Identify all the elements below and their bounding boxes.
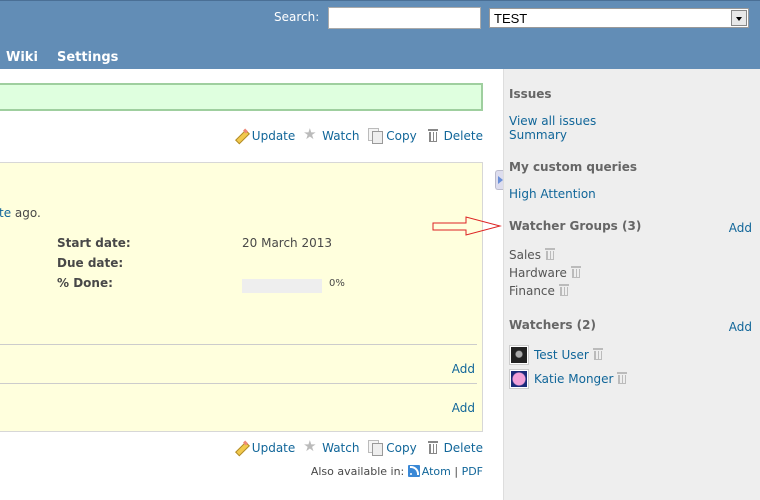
project-select-value: TEST: [494, 11, 528, 26]
add-subtask-link[interactable]: Add: [452, 362, 475, 376]
watcher-name-link[interactable]: Test User: [534, 348, 589, 362]
watcher-name-link[interactable]: Katie Monger: [534, 372, 613, 386]
update-button[interactable]: Update: [233, 128, 295, 143]
watcher-groups-heading: Watcher Groups (3): [509, 219, 642, 233]
rss-feed-icon: [407, 465, 420, 477]
section-divider: [0, 383, 477, 384]
flash-notice: [0, 83, 483, 111]
menu-item-settings[interactable]: Settings: [57, 50, 118, 65]
annotation-arrow-icon: [432, 216, 502, 236]
trash-icon[interactable]: [570, 266, 581, 278]
issue-details-box: te ago. Start date: 20 March 2013 Due da…: [0, 162, 483, 432]
update-button[interactable]: Update: [233, 440, 295, 455]
pencil-icon: [233, 440, 249, 454]
watcher-group-name: Hardware: [509, 266, 567, 280]
chevron-down-icon[interactable]: [731, 10, 747, 26]
star-icon: [303, 437, 319, 455]
copy-icon: [367, 128, 384, 144]
start-date-value: 20 March 2013: [242, 236, 333, 250]
copy-button[interactable]: Copy: [367, 128, 417, 144]
watcher-group-name: Finance: [509, 284, 555, 298]
trash-icon: [425, 128, 441, 142]
delete-label: Delete: [443, 129, 483, 143]
delete-label: Delete: [443, 441, 483, 455]
done-ratio-label: % Done:: [57, 276, 113, 290]
issue-actions-top: Update Watch Copy Delete: [229, 125, 483, 144]
add-relation-link[interactable]: Add: [452, 401, 475, 415]
time-ago-link[interactable]: te: [0, 206, 11, 220]
watcher-group-item: Finance: [509, 284, 569, 298]
start-date-label: Start date:: [57, 236, 131, 250]
avatar: [509, 345, 529, 365]
avatar-image: [511, 347, 527, 363]
project-jump-select[interactable]: TEST: [489, 8, 749, 28]
sidebar: Issues View all issues Summary My custom…: [503, 69, 760, 500]
pencil-icon: [233, 128, 249, 142]
trash-icon[interactable]: [544, 248, 555, 260]
custom-query-high-attention[interactable]: High Attention: [509, 187, 596, 201]
add-watcher-link[interactable]: Add: [729, 320, 752, 334]
other-formats: Also available in: Atom | PDF: [311, 465, 483, 478]
done-ratio-progress-bar: [242, 279, 322, 293]
other-formats-label: Also available in:: [310, 465, 405, 478]
watcher-item: Katie Monger: [534, 372, 628, 386]
atom-link[interactable]: Atom: [422, 465, 451, 478]
watch-label: Watch: [322, 129, 360, 143]
watch-button[interactable]: Watch: [303, 437, 360, 455]
trash-icon: [425, 440, 441, 454]
trash-icon[interactable]: [558, 284, 569, 296]
custom-queries-heading: My custom queries: [509, 160, 637, 174]
delete-button[interactable]: Delete: [425, 440, 483, 455]
update-label: Update: [251, 129, 296, 143]
watch-button[interactable]: Watch: [303, 125, 360, 143]
search-label: Search:: [274, 10, 320, 24]
author-line: te ago.: [0, 206, 41, 220]
format-separator: |: [454, 465, 459, 478]
trash-icon[interactable]: [592, 348, 603, 360]
update-label: Update: [251, 441, 296, 455]
copy-icon: [367, 440, 384, 456]
author-suffix: ago.: [11, 206, 41, 220]
copy-button[interactable]: Copy: [367, 440, 417, 456]
watcher-group-name: Sales: [509, 248, 541, 262]
done-ratio-text: 0%: [329, 278, 345, 289]
copy-label: Copy: [386, 129, 417, 143]
pdf-link[interactable]: PDF: [462, 465, 483, 478]
search-input[interactable]: [328, 7, 481, 29]
watch-label: Watch: [322, 441, 360, 455]
view-all-issues-link[interactable]: View all issues: [509, 114, 596, 128]
watcher-item: Test User: [534, 348, 603, 362]
issues-heading: Issues: [509, 87, 552, 101]
watcher-group-item: Sales: [509, 248, 555, 262]
main-content: Update Watch Copy Delete te ago. Start d…: [0, 69, 503, 500]
watchers-heading: Watchers (2): [509, 318, 596, 332]
avatar: [509, 369, 529, 389]
section-divider: [0, 344, 477, 345]
delete-button[interactable]: Delete: [425, 128, 483, 143]
issue-actions-bottom: Update Watch Copy Delete: [229, 437, 483, 456]
star-icon: [303, 125, 319, 143]
due-date-label: Due date:: [57, 256, 124, 270]
avatar-image: [511, 371, 527, 387]
menu-item-wiki[interactable]: Wiki: [6, 50, 38, 65]
summary-link[interactable]: Summary: [509, 128, 567, 142]
trash-icon[interactable]: [617, 372, 628, 384]
add-watcher-group-link[interactable]: Add: [729, 221, 752, 235]
watcher-group-item: Hardware: [509, 266, 581, 280]
copy-label: Copy: [386, 441, 417, 455]
top-header: Search: TEST Wiki Settings: [0, 0, 760, 69]
